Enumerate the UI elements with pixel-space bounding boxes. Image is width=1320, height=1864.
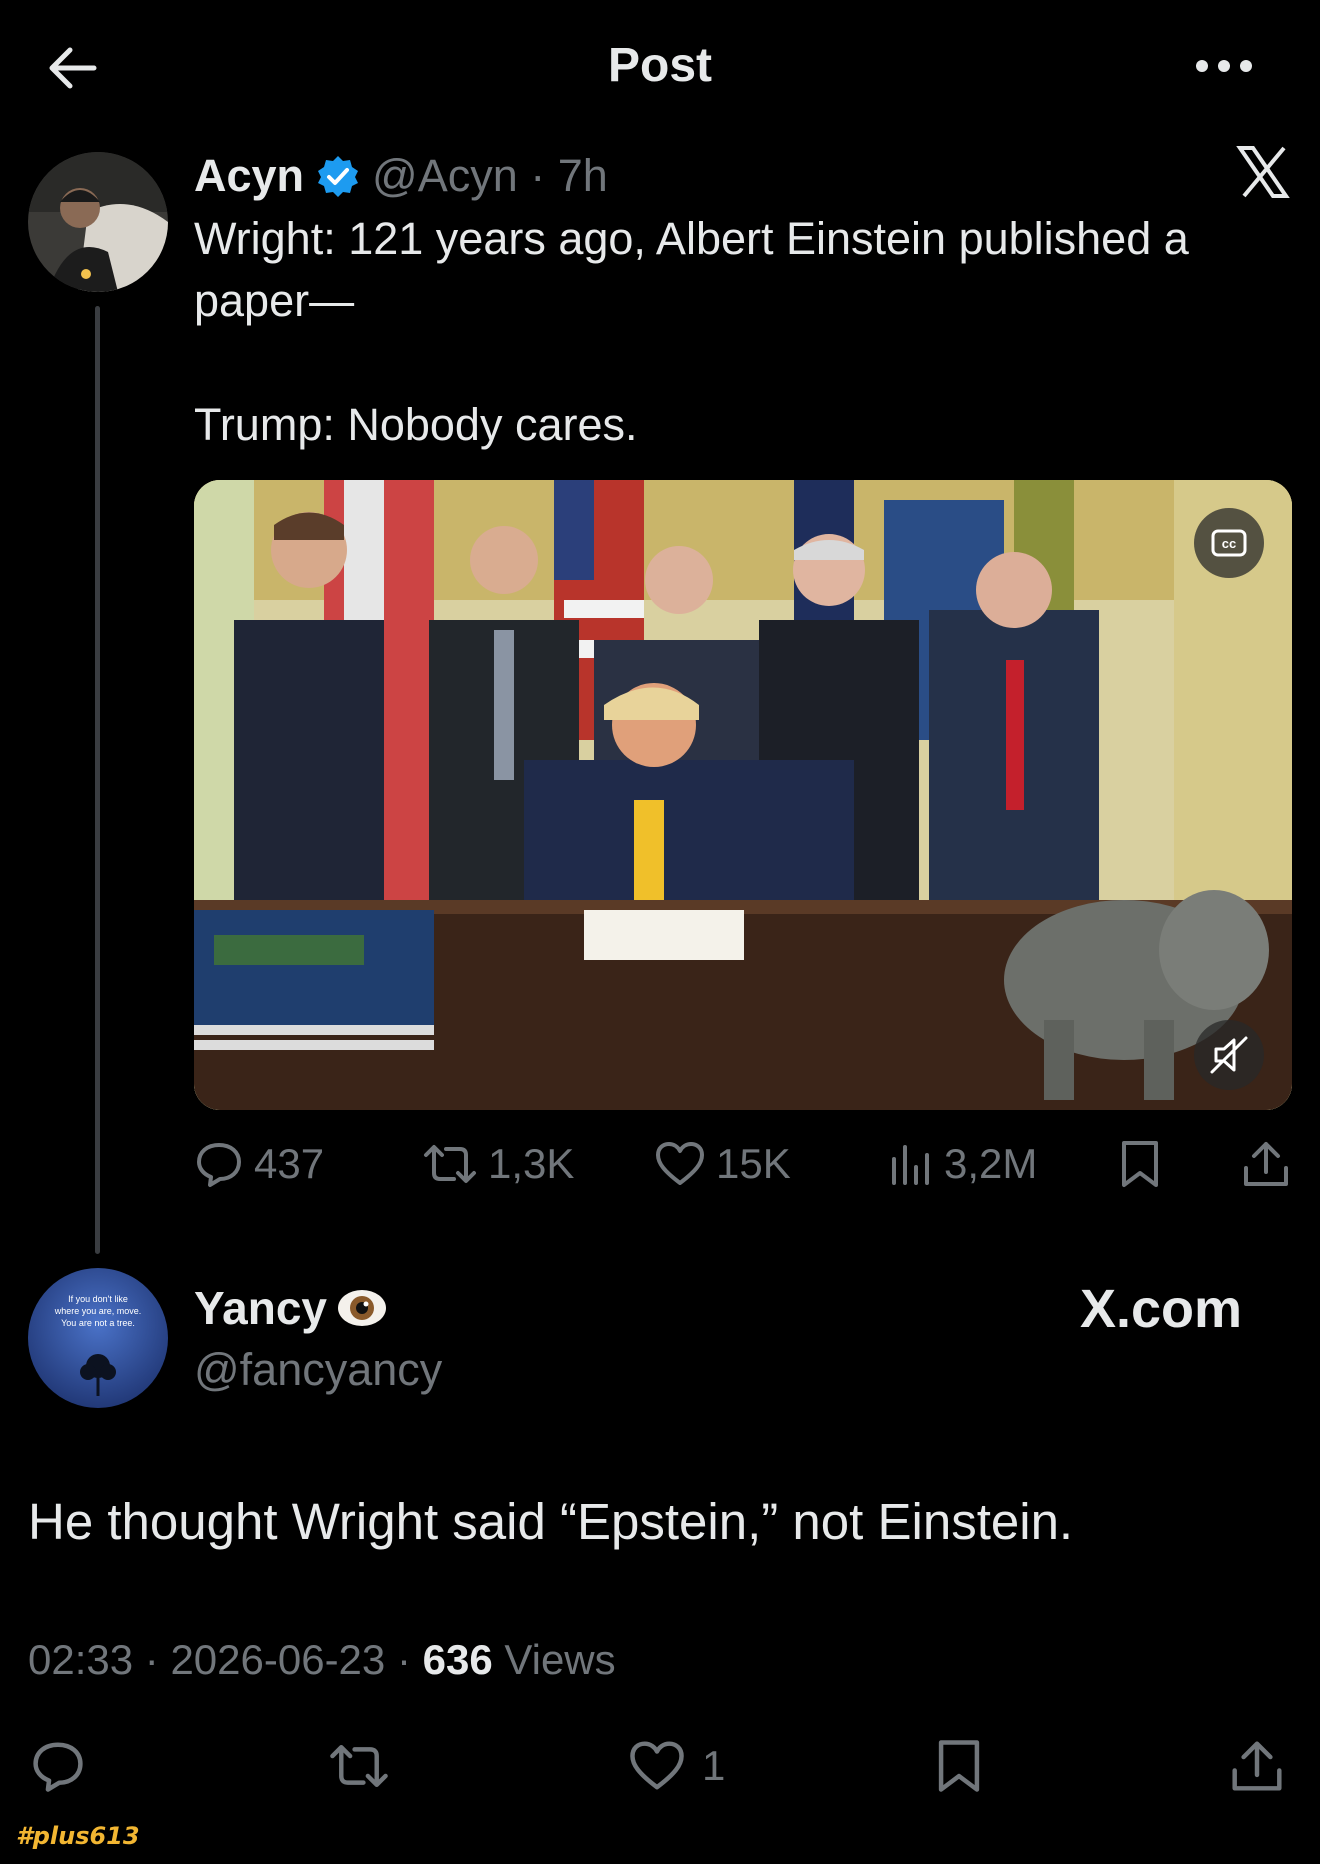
like-action[interactable]: 15K (654, 1134, 791, 1194)
quoted-post-actions: 437 1,3K 15K 3,2M (194, 1134, 1294, 1194)
post-meta: 02:33 · 2026-06-23 · 636 Views (28, 1636, 616, 1684)
heart-icon (628, 1738, 686, 1794)
reply-icon (194, 1139, 244, 1189)
share-action[interactable] (1230, 1736, 1284, 1796)
svg-text:If you don't like: If you don't like (68, 1294, 128, 1304)
page-title: Post (607, 39, 712, 92)
repost-count: 1,3K (488, 1140, 575, 1187)
analytics-icon (888, 1139, 934, 1189)
meta-separator: · (144, 1636, 171, 1683)
reply-handle: @fancyancy (194, 1344, 443, 1395)
share-icon (1242, 1138, 1290, 1190)
like-count: 15K (716, 1140, 791, 1187)
x-com-label: X.com (1080, 1278, 1243, 1340)
thread-line (95, 306, 100, 1254)
bookmark-icon (934, 1738, 984, 1794)
video-player[interactable]: cc (194, 480, 1292, 1110)
reply-action[interactable] (30, 1736, 86, 1796)
acyn-avatar[interactable] (28, 152, 168, 292)
meta-separator: · (396, 1636, 423, 1683)
quoted-post-text: Wright: 121 years ago, Albert Einstein p… (194, 208, 1284, 456)
verified-badge-icon (316, 154, 360, 198)
quoted-author-row[interactable]: Acyn @Acyn · 7h (194, 148, 608, 204)
author-handle-time: @Acyn · 7h (372, 150, 608, 201)
reply-author-name[interactable]: Yancy (194, 1281, 327, 1335)
svg-text:cc: cc (1222, 536, 1236, 551)
eye-emoji-icon (335, 1285, 389, 1331)
share-icon (1230, 1737, 1284, 1795)
reply-actions: 1 (0, 1736, 1320, 1800)
bookmark-action[interactable] (934, 1736, 984, 1796)
bookmark-icon (1118, 1139, 1162, 1189)
views-count: 3,2M (944, 1140, 1038, 1187)
reply-count: 437 (254, 1140, 325, 1187)
repost-action[interactable]: 1,3K (422, 1134, 574, 1194)
post-date: 2026-06-23 (170, 1636, 386, 1683)
views-action[interactable]: 3,2M (888, 1134, 1037, 1194)
repost-icon (328, 1738, 390, 1794)
repost-icon (422, 1139, 478, 1189)
reply-author-row[interactable]: Yancy (194, 1280, 389, 1336)
more-options-icon[interactable] (1188, 42, 1260, 90)
mute-icon[interactable] (1194, 1020, 1264, 1090)
post-time: 02:33 (28, 1636, 134, 1683)
post-text-line: Wright: 121 years ago, Albert Einstein p… (194, 213, 1189, 326)
reply-text: He thought Wright said “Epstein,” not Ei… (28, 1493, 1074, 1550)
reply-icon (30, 1738, 86, 1794)
x-logo-icon (1236, 146, 1290, 198)
author-name[interactable]: Acyn (194, 150, 304, 202)
yancy-avatar[interactable]: If you don't like where you are, move. Y… (28, 1268, 168, 1408)
share-action[interactable] (1242, 1134, 1290, 1194)
like-count: 1 (702, 1742, 726, 1789)
reply-action[interactable]: 437 (194, 1134, 324, 1194)
heart-icon (654, 1139, 706, 1189)
like-action[interactable]: 1 (628, 1736, 725, 1796)
reply-views-count: 636 (422, 1636, 493, 1683)
closed-captions-icon[interactable]: cc (1194, 508, 1264, 578)
video-frame (194, 480, 1292, 1110)
top-bar: Post (0, 0, 1320, 130)
repost-action[interactable] (328, 1736, 390, 1796)
svg-text:You are not a tree.: You are not a tree. (61, 1318, 135, 1328)
x-com-text: X.com (1080, 1278, 1243, 1340)
post-text-line: Trump: Nobody cares. (194, 399, 638, 450)
watermark: #plus613 (16, 1822, 140, 1850)
svg-text:where you are, move.: where you are, move. (54, 1306, 142, 1316)
reply-views-label: Views (504, 1636, 616, 1683)
bookmark-action[interactable] (1118, 1134, 1162, 1194)
